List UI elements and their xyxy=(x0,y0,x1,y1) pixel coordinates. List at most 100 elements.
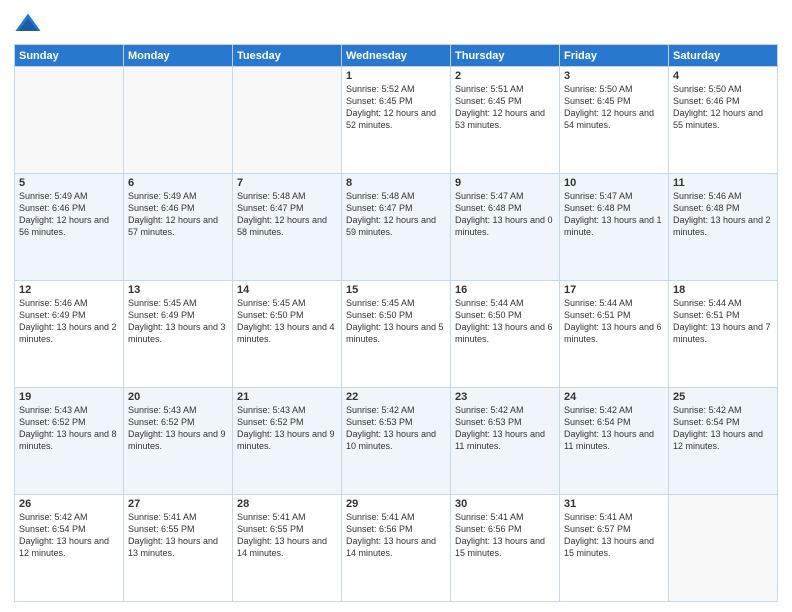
day-number: 22 xyxy=(346,391,446,403)
calendar-cell xyxy=(15,67,124,174)
day-info: Sunrise: 5:42 AM Sunset: 6:53 PM Dayligh… xyxy=(346,404,446,453)
calendar-cell: 8Sunrise: 5:48 AM Sunset: 6:47 PM Daylig… xyxy=(342,174,451,281)
calendar-header-row: SundayMondayTuesdayWednesdayThursdayFrid… xyxy=(15,45,778,67)
calendar-cell: 5Sunrise: 5:49 AM Sunset: 6:46 PM Daylig… xyxy=(15,174,124,281)
day-number: 25 xyxy=(673,391,773,403)
calendar-week-4: 19Sunrise: 5:43 AM Sunset: 6:52 PM Dayli… xyxy=(15,388,778,495)
day-number: 5 xyxy=(19,177,119,189)
calendar-cell: 26Sunrise: 5:42 AM Sunset: 6:54 PM Dayli… xyxy=(15,495,124,602)
day-info: Sunrise: 5:41 AM Sunset: 6:55 PM Dayligh… xyxy=(237,511,337,560)
day-info: Sunrise: 5:43 AM Sunset: 6:52 PM Dayligh… xyxy=(237,404,337,453)
day-info: Sunrise: 5:41 AM Sunset: 6:55 PM Dayligh… xyxy=(128,511,228,560)
day-number: 7 xyxy=(237,177,337,189)
calendar-cell: 2Sunrise: 5:51 AM Sunset: 6:45 PM Daylig… xyxy=(451,67,560,174)
day-info: Sunrise: 5:49 AM Sunset: 6:46 PM Dayligh… xyxy=(19,190,119,239)
calendar-cell: 12Sunrise: 5:46 AM Sunset: 6:49 PM Dayli… xyxy=(15,281,124,388)
day-number: 6 xyxy=(128,177,228,189)
day-number: 2 xyxy=(455,70,555,82)
weekday-header-saturday: Saturday xyxy=(669,45,778,67)
day-number: 12 xyxy=(19,284,119,296)
day-info: Sunrise: 5:46 AM Sunset: 6:49 PM Dayligh… xyxy=(19,297,119,346)
day-info: Sunrise: 5:50 AM Sunset: 6:45 PM Dayligh… xyxy=(564,83,664,132)
calendar-cell: 21Sunrise: 5:43 AM Sunset: 6:52 PM Dayli… xyxy=(233,388,342,495)
calendar-cell: 19Sunrise: 5:43 AM Sunset: 6:52 PM Dayli… xyxy=(15,388,124,495)
day-info: Sunrise: 5:52 AM Sunset: 6:45 PM Dayligh… xyxy=(346,83,446,132)
calendar-cell: 18Sunrise: 5:44 AM Sunset: 6:51 PM Dayli… xyxy=(669,281,778,388)
day-info: Sunrise: 5:48 AM Sunset: 6:47 PM Dayligh… xyxy=(237,190,337,239)
day-number: 26 xyxy=(19,498,119,510)
day-info: Sunrise: 5:44 AM Sunset: 6:51 PM Dayligh… xyxy=(673,297,773,346)
day-number: 29 xyxy=(346,498,446,510)
day-info: Sunrise: 5:51 AM Sunset: 6:45 PM Dayligh… xyxy=(455,83,555,132)
calendar-cell: 31Sunrise: 5:41 AM Sunset: 6:57 PM Dayli… xyxy=(560,495,669,602)
day-info: Sunrise: 5:47 AM Sunset: 6:48 PM Dayligh… xyxy=(564,190,664,239)
day-number: 8 xyxy=(346,177,446,189)
day-number: 19 xyxy=(19,391,119,403)
calendar-cell: 28Sunrise: 5:41 AM Sunset: 6:55 PM Dayli… xyxy=(233,495,342,602)
calendar-cell: 30Sunrise: 5:41 AM Sunset: 6:56 PM Dayli… xyxy=(451,495,560,602)
day-number: 18 xyxy=(673,284,773,296)
day-info: Sunrise: 5:49 AM Sunset: 6:46 PM Dayligh… xyxy=(128,190,228,239)
calendar-cell: 6Sunrise: 5:49 AM Sunset: 6:46 PM Daylig… xyxy=(124,174,233,281)
day-number: 21 xyxy=(237,391,337,403)
day-number: 17 xyxy=(564,284,664,296)
calendar-cell: 17Sunrise: 5:44 AM Sunset: 6:51 PM Dayli… xyxy=(560,281,669,388)
calendar-cell: 20Sunrise: 5:43 AM Sunset: 6:52 PM Dayli… xyxy=(124,388,233,495)
calendar-cell: 11Sunrise: 5:46 AM Sunset: 6:48 PM Dayli… xyxy=(669,174,778,281)
day-number: 31 xyxy=(564,498,664,510)
calendar-cell: 24Sunrise: 5:42 AM Sunset: 6:54 PM Dayli… xyxy=(560,388,669,495)
day-info: Sunrise: 5:41 AM Sunset: 6:57 PM Dayligh… xyxy=(564,511,664,560)
weekday-header-wednesday: Wednesday xyxy=(342,45,451,67)
day-info: Sunrise: 5:45 AM Sunset: 6:49 PM Dayligh… xyxy=(128,297,228,346)
day-number: 24 xyxy=(564,391,664,403)
calendar-cell: 1Sunrise: 5:52 AM Sunset: 6:45 PM Daylig… xyxy=(342,67,451,174)
calendar-week-2: 5Sunrise: 5:49 AM Sunset: 6:46 PM Daylig… xyxy=(15,174,778,281)
day-info: Sunrise: 5:48 AM Sunset: 6:47 PM Dayligh… xyxy=(346,190,446,239)
day-info: Sunrise: 5:50 AM Sunset: 6:46 PM Dayligh… xyxy=(673,83,773,132)
logo xyxy=(14,10,46,38)
day-number: 10 xyxy=(564,177,664,189)
calendar-cell xyxy=(233,67,342,174)
calendar-cell: 3Sunrise: 5:50 AM Sunset: 6:45 PM Daylig… xyxy=(560,67,669,174)
calendar-cell: 25Sunrise: 5:42 AM Sunset: 6:54 PM Dayli… xyxy=(669,388,778,495)
weekday-header-sunday: Sunday xyxy=(15,45,124,67)
day-info: Sunrise: 5:41 AM Sunset: 6:56 PM Dayligh… xyxy=(455,511,555,560)
day-info: Sunrise: 5:43 AM Sunset: 6:52 PM Dayligh… xyxy=(128,404,228,453)
calendar-cell: 22Sunrise: 5:42 AM Sunset: 6:53 PM Dayli… xyxy=(342,388,451,495)
calendar-week-3: 12Sunrise: 5:46 AM Sunset: 6:49 PM Dayli… xyxy=(15,281,778,388)
day-info: Sunrise: 5:42 AM Sunset: 6:54 PM Dayligh… xyxy=(564,404,664,453)
day-number: 3 xyxy=(564,70,664,82)
calendar-cell: 7Sunrise: 5:48 AM Sunset: 6:47 PM Daylig… xyxy=(233,174,342,281)
day-number: 4 xyxy=(673,70,773,82)
weekday-header-thursday: Thursday xyxy=(451,45,560,67)
day-number: 14 xyxy=(237,284,337,296)
day-info: Sunrise: 5:44 AM Sunset: 6:51 PM Dayligh… xyxy=(564,297,664,346)
header xyxy=(14,10,778,38)
weekday-header-friday: Friday xyxy=(560,45,669,67)
day-info: Sunrise: 5:42 AM Sunset: 6:54 PM Dayligh… xyxy=(19,511,119,560)
page: SundayMondayTuesdayWednesdayThursdayFrid… xyxy=(0,0,792,612)
calendar-cell: 13Sunrise: 5:45 AM Sunset: 6:49 PM Dayli… xyxy=(124,281,233,388)
calendar-cell xyxy=(669,495,778,602)
day-info: Sunrise: 5:45 AM Sunset: 6:50 PM Dayligh… xyxy=(346,297,446,346)
day-info: Sunrise: 5:41 AM Sunset: 6:56 PM Dayligh… xyxy=(346,511,446,560)
calendar-cell xyxy=(124,67,233,174)
day-info: Sunrise: 5:42 AM Sunset: 6:53 PM Dayligh… xyxy=(455,404,555,453)
calendar-week-5: 26Sunrise: 5:42 AM Sunset: 6:54 PM Dayli… xyxy=(15,495,778,602)
calendar-cell: 9Sunrise: 5:47 AM Sunset: 6:48 PM Daylig… xyxy=(451,174,560,281)
calendar-cell: 16Sunrise: 5:44 AM Sunset: 6:50 PM Dayli… xyxy=(451,281,560,388)
calendar-table: SundayMondayTuesdayWednesdayThursdayFrid… xyxy=(14,44,778,602)
calendar-cell: 15Sunrise: 5:45 AM Sunset: 6:50 PM Dayli… xyxy=(342,281,451,388)
day-info: Sunrise: 5:45 AM Sunset: 6:50 PM Dayligh… xyxy=(237,297,337,346)
day-number: 1 xyxy=(346,70,446,82)
calendar-cell: 23Sunrise: 5:42 AM Sunset: 6:53 PM Dayli… xyxy=(451,388,560,495)
calendar-week-1: 1Sunrise: 5:52 AM Sunset: 6:45 PM Daylig… xyxy=(15,67,778,174)
day-info: Sunrise: 5:42 AM Sunset: 6:54 PM Dayligh… xyxy=(673,404,773,453)
day-number: 27 xyxy=(128,498,228,510)
day-number: 30 xyxy=(455,498,555,510)
calendar-cell: 29Sunrise: 5:41 AM Sunset: 6:56 PM Dayli… xyxy=(342,495,451,602)
calendar-cell: 10Sunrise: 5:47 AM Sunset: 6:48 PM Dayli… xyxy=(560,174,669,281)
weekday-header-tuesday: Tuesday xyxy=(233,45,342,67)
day-info: Sunrise: 5:46 AM Sunset: 6:48 PM Dayligh… xyxy=(673,190,773,239)
day-info: Sunrise: 5:43 AM Sunset: 6:52 PM Dayligh… xyxy=(19,404,119,453)
